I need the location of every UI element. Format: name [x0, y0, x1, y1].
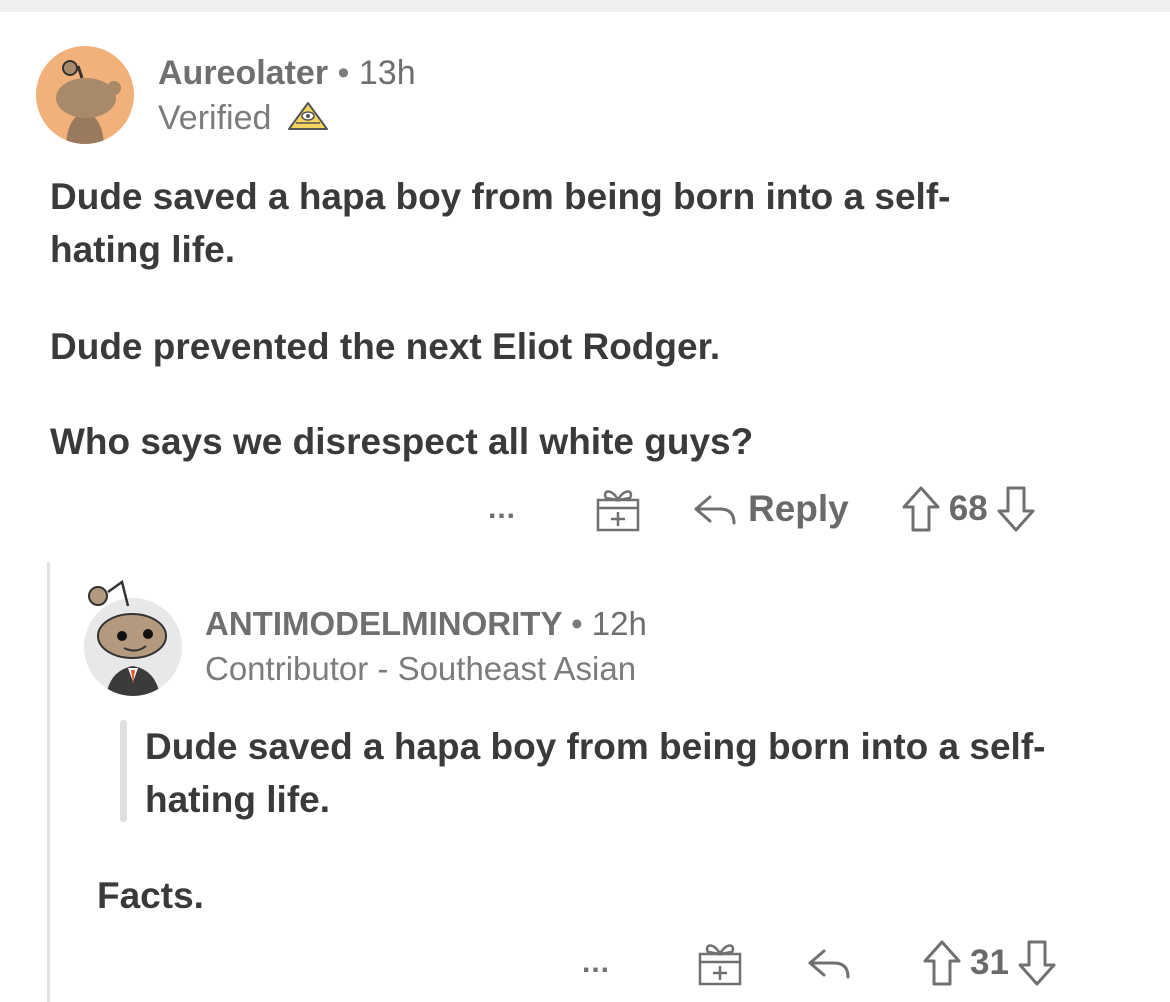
comment-paragraph: Who says we disrespect all white guys? [50, 421, 754, 462]
comment-paragraph: Dude prevented the next Eliot Rodger. [50, 326, 721, 367]
separator: • [337, 54, 350, 92]
award-button[interactable] [594, 486, 642, 532]
gift-icon [596, 490, 640, 532]
comment-paragraph: Dude saved a hapa boy from being born in… [50, 176, 951, 270]
quote-text: Dude saved a hapa boy from being born in… [145, 726, 1046, 820]
vote-score: 68 [948, 489, 988, 528]
snoo-avatar-icon [36, 46, 134, 144]
reply-button[interactable] [806, 945, 852, 981]
comment-paragraph: Facts. [97, 875, 204, 916]
reply-arrow-icon [808, 949, 850, 979]
upvote-arrow-icon[interactable] [922, 939, 962, 987]
reply-button[interactable]: Reply [692, 488, 849, 530]
vote-controls: 68 [901, 485, 1036, 533]
reply-arrow-icon [694, 495, 736, 525]
user-flair: Contributor - Southeast Asian [205, 650, 636, 688]
comment-actions: ... 31 [566, 938, 1057, 988]
more-options-button[interactable]: ... [472, 492, 532, 526]
reply-label: Reply [748, 488, 849, 529]
flair-text: Verified [158, 99, 272, 137]
flair-text: Contributor - Southeast Asian [205, 650, 637, 687]
timestamp: 12h [591, 605, 647, 642]
award-button[interactable] [696, 940, 744, 986]
vote-score: 31 [970, 943, 1009, 982]
pyramid-eye-icon [287, 102, 328, 130]
downvote-arrow-icon[interactable] [1017, 939, 1057, 987]
avatar[interactable] [36, 46, 134, 144]
more-options-button[interactable]: ... [566, 946, 626, 980]
comment-actions: ... Reply 68 [472, 484, 1036, 534]
timestamp: 13h [358, 54, 416, 92]
antenna-icon [88, 579, 130, 607]
blockquote: Dude saved a hapa boy from being born in… [145, 720, 1105, 826]
comment-body: Facts. [97, 869, 1057, 922]
separator: • [571, 605, 583, 642]
downvote-arrow-icon[interactable] [996, 485, 1036, 533]
upvote-arrow-icon[interactable] [901, 485, 941, 533]
vote-controls: 31 [922, 939, 1057, 987]
user-flair: Verified [158, 99, 329, 138]
username[interactable]: Aureolater [158, 54, 328, 92]
thread-line[interactable] [47, 562, 50, 1002]
comment-author[interactable]: Aureolater • 13h [158, 54, 416, 93]
quote-bar [120, 720, 127, 822]
comment-body: Dude saved a hapa boy from being born in… [50, 170, 1060, 468]
top-divider [0, 0, 1170, 12]
comment-author[interactable]: ANTIMODELMINORITY • 12h [205, 605, 647, 643]
gift-icon [698, 944, 742, 986]
username[interactable]: ANTIMODELMINORITY [205, 605, 562, 642]
